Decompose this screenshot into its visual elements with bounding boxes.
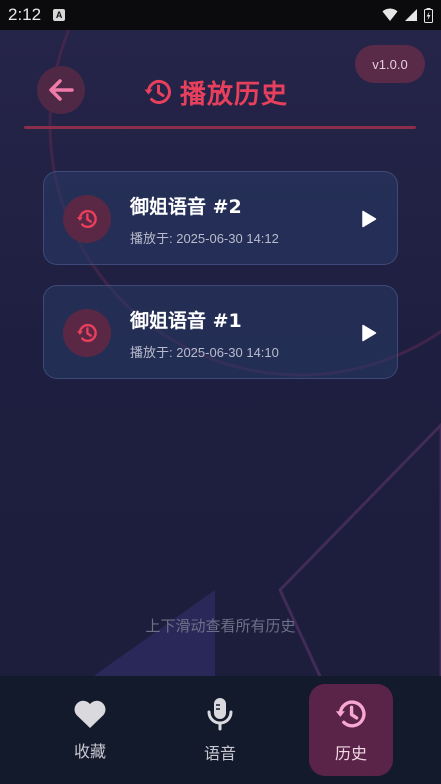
- microphone-icon: [207, 698, 233, 731]
- history-item-timestamp: 播放于: 2025-06-30 14:12: [130, 231, 279, 246]
- header-divider: [24, 126, 416, 129]
- scroll-hint: 上下滑动查看所有历史: [145, 617, 296, 635]
- version-badge: v1.0.0: [355, 45, 425, 83]
- battery-icon: [424, 7, 433, 23]
- history-icon: [144, 79, 171, 104]
- back-button[interactable]: [37, 66, 85, 114]
- background-decoration: [48, 30, 441, 784]
- app-screen: 2:12 A v1.0.0 播放历史 御姐语音 #2 播放于: 2025-06-…: [0, 0, 441, 784]
- bottom-navigation: 收藏 语音 历史: [0, 676, 441, 784]
- play-icon: [362, 210, 377, 228]
- status-indicators: [382, 7, 433, 23]
- history-item-title: 御姐语音 #2: [130, 196, 242, 218]
- notification-icon: A: [53, 9, 66, 21]
- wifi-icon: [382, 8, 398, 21]
- history-item-timestamp: 播放于: 2025-06-30 14:10: [130, 345, 279, 360]
- page-title: 播放历史: [180, 79, 289, 110]
- history-item-icon: [63, 195, 111, 243]
- page-title-group: 播放历史: [142, 72, 288, 112]
- history-icon: [335, 700, 366, 728]
- arrow-left-icon: [49, 79, 74, 101]
- play-button[interactable]: [355, 205, 383, 233]
- play-icon: [362, 324, 377, 342]
- status-bar: 2:12 A: [0, 0, 441, 30]
- play-button[interactable]: [355, 319, 383, 347]
- nav-tab-favorites[interactable]: 收藏: [48, 684, 132, 776]
- history-item[interactable]: 御姐语音 #1 播放于: 2025-06-30 14:10: [43, 285, 398, 379]
- nav-tab-label: 语音: [203, 744, 236, 763]
- signal-icon: [405, 9, 417, 21]
- history-item-title: 御姐语音 #1: [130, 310, 242, 332]
- heart-icon: [74, 700, 106, 728]
- history-item[interactable]: 御姐语音 #2 播放于: 2025-06-30 14:12: [43, 171, 398, 265]
- history-icon: [76, 209, 97, 229]
- history-icon: [76, 323, 97, 343]
- nav-tab-history[interactable]: 历史: [309, 684, 393, 776]
- nav-tab-voice[interactable]: 语音: [178, 684, 262, 776]
- history-item-icon: [63, 309, 111, 357]
- status-time: 2:12: [8, 5, 42, 24]
- nav-tab-label: 收藏: [73, 742, 106, 761]
- nav-tab-label: 历史: [334, 744, 367, 763]
